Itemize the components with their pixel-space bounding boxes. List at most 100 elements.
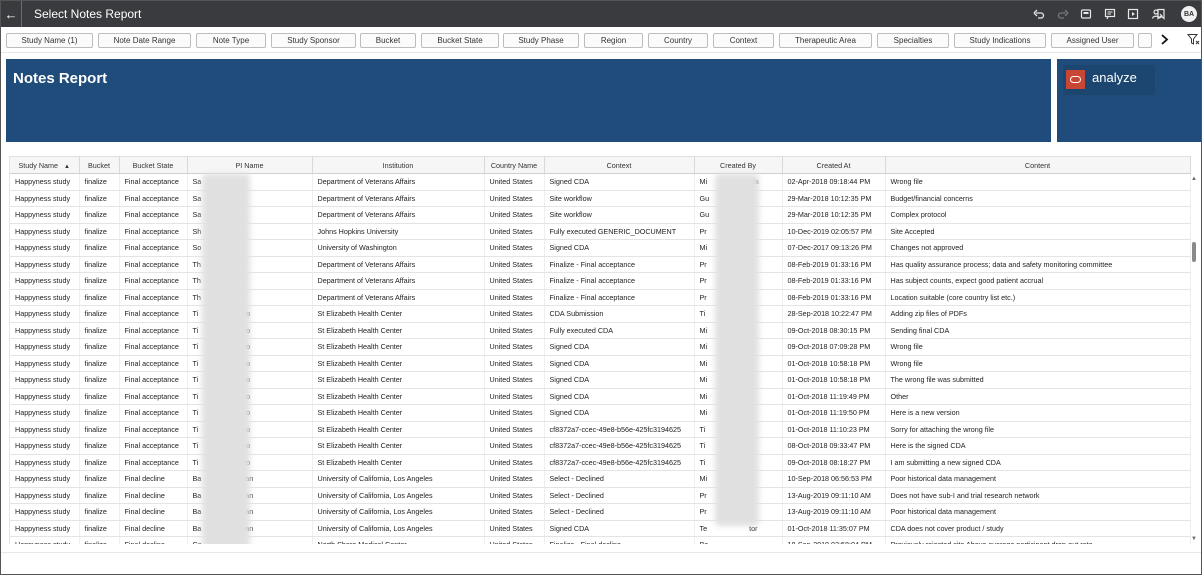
cell-country: United States [484, 404, 545, 422]
present-icon[interactable] [1125, 6, 1141, 22]
scroll-up-icon[interactable]: ▲ [1190, 175, 1198, 183]
logo-text: analyze [1092, 70, 1137, 85]
table-row[interactable]: Happyness study finalize Final acceptance S… [10, 239, 1191, 257]
cell-bucket-state: Final acceptance [119, 355, 188, 372]
table-row[interactable]: Happyness study finalize Final acceptance T… [10, 388, 1191, 405]
table-row[interactable]: Happyness studyfinalizeFinal declineBaan… [10, 470, 1191, 488]
filter-country[interactable]: Country [648, 33, 708, 48]
table-row[interactable]: Happyness study finalize Final acceptance T… [10, 305, 1191, 323]
table-row[interactable]: Happyness study finalize Final acceptance S… [10, 206, 1191, 224]
column-header-country-name[interactable]: Country Name [484, 156, 545, 174]
cell-bucket-state: Final acceptance [119, 322, 188, 339]
back-arrow-icon[interactable]: ← [1, 1, 22, 27]
table-row[interactable]: Happyness studyfinalizeFinal declineBaan… [10, 503, 1191, 521]
cell-bucket-state: Final decline [119, 520, 188, 537]
cell-context: Fully executed CDA [544, 322, 695, 339]
table-row[interactable]: Happyness studyfinalizeFinal declineBaan… [10, 520, 1191, 537]
filter-specialties[interactable]: Specialties [877, 33, 949, 48]
table-row[interactable]: Happyness study finalize Final acceptance T… [10, 272, 1191, 290]
cell-country: United States [484, 272, 545, 290]
table-row[interactable]: Happyness study finalize Final acceptance S… [10, 190, 1191, 207]
cell-study-name: Happyness study [10, 388, 80, 405]
cell-context: Finalize - Final acceptance [544, 256, 695, 273]
analyze-logo: analyze [1063, 65, 1155, 95]
filter-bucket-state[interactable]: Bucket State [421, 33, 499, 48]
filter-study-phase[interactable]: Study Phase [503, 33, 579, 48]
filter-study-name[interactable]: Study Name (1) [6, 33, 93, 48]
filter-study-indications[interactable]: Study Indications [954, 33, 1046, 48]
scroll-down-icon[interactable]: ▼ [1190, 535, 1198, 543]
filter-funnel-icon[interactable] [1186, 33, 1201, 46]
cell-content: Sorry for attaching the wrong file [885, 421, 1191, 438]
filter-note-type[interactable]: Note Type [196, 33, 266, 48]
column-header-institution[interactable]: Institution [312, 156, 485, 174]
column-header-bucket[interactable]: Bucket [79, 156, 120, 174]
column-header-created-at[interactable]: Created At [782, 156, 886, 174]
table-row[interactable]: Happyness study finalize Final acceptance S… [10, 223, 1191, 240]
cell-content: Here is a new version [885, 404, 1191, 422]
column-header-context[interactable]: Context [544, 156, 695, 174]
cell-study-name: Happyness study [10, 338, 80, 356]
cell-institution: Department of Veterans Affairs [312, 289, 485, 306]
save-icon[interactable] [1078, 6, 1094, 22]
filter-study-sponsor[interactable]: Study Sponsor [271, 33, 356, 48]
cell-bucket: finalize [79, 388, 120, 405]
column-header-study-name[interactable]: Study Name ▲ [10, 156, 80, 174]
table-row[interactable]: Happyness study finalize Final acceptance T… [10, 404, 1191, 422]
table-row[interactable]: Happyness studyfinalizeFinal declineBaan… [10, 487, 1191, 504]
vertical-scrollbar[interactable]: ▲ ▼ [1189, 173, 1199, 545]
cell-context: Signed CDA [544, 388, 695, 405]
cell-content: Sending final CDA [885, 322, 1191, 339]
cell-content: Does not have sub-I and trial research n… [885, 487, 1191, 504]
cell-bucket: finalize [79, 371, 120, 389]
cell-institution: University of California, Los Angeles [312, 520, 485, 537]
cell-context: Signed CDA [544, 371, 695, 389]
filter-overflow[interactable] [1138, 33, 1152, 48]
table-row[interactable]: Happyness study finalize Final acceptance T… [10, 322, 1191, 339]
table-row[interactable]: Happyness study finalize Final acceptance T… [10, 454, 1191, 471]
sort-ascending-icon[interactable]: ▲ [64, 164, 70, 170]
filter-bucket[interactable]: Bucket [360, 33, 416, 48]
cell-content: Here is the signed CDA [885, 437, 1191, 455]
scrollbar-thumb[interactable] [1192, 242, 1196, 262]
filter-context[interactable]: Context [713, 33, 774, 48]
filter-region[interactable]: Region [584, 33, 643, 48]
filter-assigned-user[interactable]: Assigned User [1051, 33, 1134, 48]
table-row[interactable]: Happyness study finalize Final acceptance S… [10, 173, 1191, 191]
cell-bucket: finalize [79, 239, 120, 257]
table-row[interactable]: Happyness study finalize Final acceptance T… [10, 437, 1191, 455]
cell-created-at: 07-Dec-2017 09:13:26 PM [782, 239, 886, 257]
table-row[interactable]: Happyness study finalize Final acceptance T… [10, 355, 1191, 372]
cell-institution: St Elizabeth Health Center [312, 355, 485, 372]
table-header-row: Study Name ▲ Bucket Bucket State PI Name … [10, 156, 1191, 174]
notes-table-container: Study Name ▲ Bucket Bucket State PI Name … [9, 156, 1192, 544]
column-header-content[interactable]: Content [885, 156, 1191, 174]
table-body: Happyness study finalize Final acceptance S… [10, 173, 1191, 544]
cell-bucket-state: Final acceptance [119, 404, 188, 422]
cell-bucket: finalize [79, 404, 120, 422]
table-row[interactable]: Happyness study finalize Final acceptance T… [10, 371, 1191, 389]
logo-panel: analyze [1057, 59, 1201, 142]
table-row[interactable]: Happyness studyfinalizeFinal declineCaNo… [10, 536, 1191, 544]
undo-icon[interactable] [1031, 6, 1047, 22]
cell-bucket: finalize [79, 256, 120, 273]
avatar[interactable]: BA [1181, 6, 1197, 22]
column-header-created-by[interactable]: Created By [694, 156, 783, 174]
cell-created-at: 08-Feb-2019 01:33:16 PM [782, 272, 886, 290]
bookmark-icon[interactable] [1153, 6, 1169, 22]
cell-country: United States [484, 239, 545, 257]
cell-bucket-state: Final decline [119, 503, 188, 521]
chevron-right-icon[interactable] [1157, 32, 1171, 47]
column-header-pi-name[interactable]: PI Name [187, 156, 313, 174]
cell-created-at: 10-Sep-2018 06:56:53 PM [782, 470, 886, 488]
cell-bucket: finalize [79, 470, 120, 488]
filter-therapeutic-area[interactable]: Therapeutic Area [779, 33, 872, 48]
table-row[interactable]: Happyness study finalize Final acceptance T… [10, 256, 1191, 273]
table-row[interactable]: Happyness study finalize Final acceptance T… [10, 289, 1191, 306]
cell-bucket-state: Final acceptance [119, 338, 188, 356]
comments-icon[interactable] [1102, 6, 1118, 22]
table-row[interactable]: Happyness study finalize Final acceptance T… [10, 421, 1191, 438]
table-row[interactable]: Happyness study finalize Final acceptance T… [10, 338, 1191, 356]
column-header-bucket-state[interactable]: Bucket State [119, 156, 188, 174]
filter-note-date-range[interactable]: Note Date Range [98, 33, 191, 48]
